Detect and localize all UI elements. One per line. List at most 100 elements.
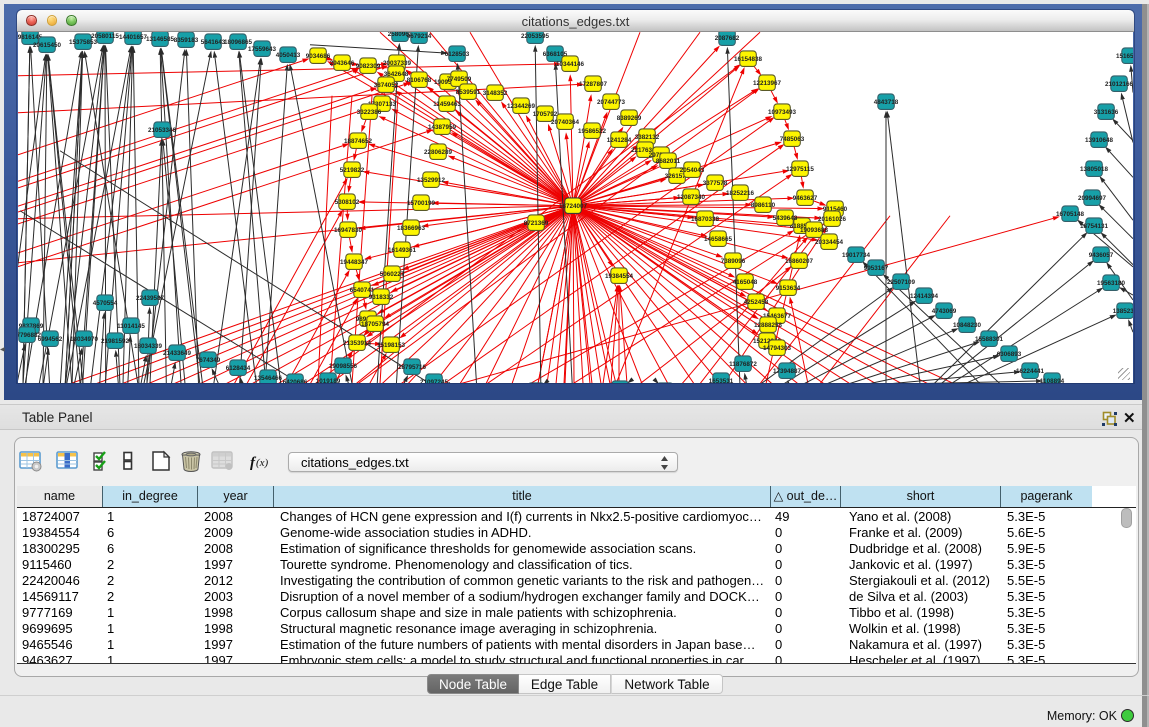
svg-text:8389269: 8389269 bbox=[617, 114, 642, 121]
svg-text:17394887: 17394887 bbox=[773, 367, 802, 374]
svg-text:20740364: 20740364 bbox=[551, 118, 580, 125]
svg-text:16154838: 16154838 bbox=[734, 55, 763, 62]
svg-text:9953167: 9953167 bbox=[864, 264, 889, 271]
svg-text:21353914: 21353914 bbox=[343, 339, 372, 346]
svg-text:4050413: 4050413 bbox=[276, 51, 301, 58]
svg-text:16224441: 16224441 bbox=[1016, 367, 1045, 374]
svg-text:3131636: 3131636 bbox=[1094, 108, 1119, 115]
svg-text:6540741: 6540741 bbox=[350, 286, 375, 293]
svg-text:4165048: 4165048 bbox=[733, 278, 758, 285]
svg-text:6420686: 6420686 bbox=[283, 378, 308, 383]
svg-text:4743069: 4743069 bbox=[932, 307, 957, 314]
svg-text:13529912: 13529912 bbox=[417, 176, 446, 183]
svg-text:9463627: 9463627 bbox=[793, 194, 818, 201]
svg-text:15165337: 15165337 bbox=[1116, 52, 1133, 59]
svg-text:14794303: 14794303 bbox=[763, 344, 792, 351]
svg-text:17287807: 17287807 bbox=[579, 80, 608, 87]
svg-text:5308102: 5308102 bbox=[335, 198, 360, 205]
svg-text:12087340: 12087340 bbox=[677, 193, 706, 200]
svg-text:4252458: 4252458 bbox=[744, 298, 769, 305]
svg-text:13910648: 13910648 bbox=[1085, 136, 1114, 143]
svg-text:20994697: 20994697 bbox=[1078, 194, 1107, 201]
svg-text:19093688: 19093688 bbox=[800, 226, 829, 233]
svg-text:6128434: 6128434 bbox=[226, 364, 251, 371]
svg-text:4679214: 4679214 bbox=[407, 32, 432, 39]
svg-text:20615450: 20615450 bbox=[33, 41, 62, 48]
svg-text:7485063: 7485063 bbox=[780, 135, 805, 142]
svg-text:18724007: 18724007 bbox=[559, 202, 588, 209]
svg-text:9153634: 9153634 bbox=[776, 284, 801, 291]
svg-text:9082309: 9082309 bbox=[356, 62, 381, 69]
svg-text:18034970: 18034970 bbox=[70, 335, 99, 342]
svg-text:21012166: 21012166 bbox=[1105, 80, 1133, 87]
svg-text:1108894: 1108894 bbox=[1040, 377, 1065, 383]
svg-text:14658665: 14658665 bbox=[704, 235, 733, 242]
svg-text:19017734: 19017734 bbox=[842, 251, 871, 258]
svg-text:8682011: 8682011 bbox=[656, 157, 681, 164]
svg-text:6306893: 6306893 bbox=[997, 350, 1022, 357]
svg-text:18705794: 18705794 bbox=[361, 320, 390, 327]
svg-text:9436057: 9436057 bbox=[1089, 251, 1114, 258]
svg-text:(x): (x) bbox=[256, 457, 269, 469]
svg-text:20161026: 20161026 bbox=[818, 215, 847, 222]
svg-text:13546466: 13546466 bbox=[254, 374, 283, 381]
svg-text:10344146: 10344146 bbox=[556, 60, 585, 67]
svg-text:16705148: 16705148 bbox=[1056, 210, 1085, 217]
svg-text:14401657: 14401657 bbox=[119, 33, 148, 40]
svg-text:18795716: 18795716 bbox=[398, 363, 427, 370]
svg-text:5439648: 5439648 bbox=[773, 214, 798, 221]
svg-text:17559643: 17559643 bbox=[248, 45, 277, 52]
svg-text:6994562: 6994562 bbox=[38, 335, 63, 342]
svg-text:1019189: 1019189 bbox=[316, 377, 341, 383]
svg-text:1385239: 1385239 bbox=[1113, 307, 1133, 314]
svg-text:18096865: 18096865 bbox=[224, 38, 253, 45]
svg-text:2087682: 2087682 bbox=[715, 34, 740, 41]
svg-text:18366963: 18366963 bbox=[397, 224, 426, 231]
svg-text:13146585: 13146585 bbox=[146, 35, 175, 42]
svg-text:15700199: 15700199 bbox=[407, 199, 436, 206]
svg-text:7389096: 7389096 bbox=[721, 257, 746, 264]
svg-text:3322386: 3322386 bbox=[357, 108, 382, 115]
svg-text:1653531: 1653531 bbox=[709, 377, 734, 383]
svg-text:3874052: 3874052 bbox=[374, 81, 399, 88]
svg-text:1705792: 1705792 bbox=[533, 110, 558, 117]
svg-text:7749509: 7749509 bbox=[447, 75, 472, 82]
svg-text:22439587: 22439587 bbox=[136, 294, 165, 301]
svg-text:10848230: 10848230 bbox=[953, 321, 982, 328]
svg-text:4843718: 4843718 bbox=[874, 98, 899, 105]
svg-text:12888253: 12888253 bbox=[754, 321, 783, 328]
svg-text:19586522: 19586522 bbox=[578, 127, 607, 134]
svg-text:8986110: 8986110 bbox=[751, 201, 776, 208]
svg-text:7674349: 7674349 bbox=[196, 356, 221, 363]
svg-text:21433649: 21433649 bbox=[163, 349, 192, 356]
svg-text:10973493: 10973493 bbox=[768, 108, 797, 115]
svg-text:20580115: 20580115 bbox=[91, 32, 119, 39]
svg-text:1241284: 1241284 bbox=[607, 136, 632, 143]
svg-text:8539591: 8539591 bbox=[456, 88, 481, 95]
svg-text:2054043: 2054043 bbox=[680, 166, 705, 173]
svg-text:19563180: 19563180 bbox=[1097, 279, 1126, 286]
svg-text:22053595: 22053595 bbox=[521, 32, 550, 39]
svg-text:19384554: 19384554 bbox=[605, 272, 634, 279]
svg-text:21981592: 21981592 bbox=[101, 337, 130, 344]
svg-text:16947830: 16947830 bbox=[334, 226, 363, 233]
svg-text:12344269: 12344269 bbox=[507, 102, 536, 109]
svg-text:14387959: 14387959 bbox=[428, 123, 457, 130]
svg-text:12414394: 12414394 bbox=[910, 292, 939, 299]
svg-text:13805018: 13805018 bbox=[1080, 165, 1109, 172]
svg-text:18034339: 18034339 bbox=[134, 342, 163, 349]
svg-text:8359183: 8359183 bbox=[174, 36, 199, 43]
svg-text:3148352: 3148352 bbox=[483, 89, 508, 96]
svg-text:2943646: 2943646 bbox=[330, 59, 355, 66]
svg-text:6128503: 6128503 bbox=[445, 50, 470, 57]
svg-text:19098556: 19098556 bbox=[329, 362, 358, 369]
svg-text:21053346: 21053346 bbox=[148, 126, 177, 133]
svg-text:5219822: 5219822 bbox=[340, 166, 365, 173]
svg-text:9318332: 9318332 bbox=[369, 293, 394, 300]
svg-text:18252216: 18252216 bbox=[726, 189, 755, 196]
svg-text:16149361: 16149361 bbox=[388, 246, 417, 253]
svg-text:16860207: 16860207 bbox=[785, 257, 814, 264]
svg-text:20334454: 20334454 bbox=[815, 238, 844, 245]
svg-text:21097245: 21097245 bbox=[420, 378, 449, 383]
svg-text:19448347: 19448347 bbox=[340, 258, 369, 265]
